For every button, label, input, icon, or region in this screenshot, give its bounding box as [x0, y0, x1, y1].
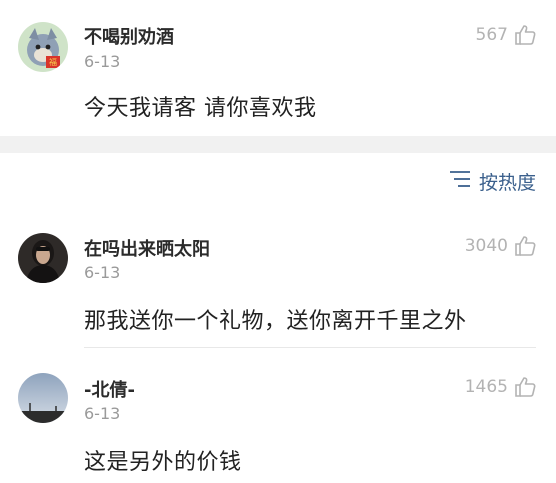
comment-date: 6-13 — [84, 52, 121, 71]
comment-text: 这是另外的价钱 — [84, 450, 242, 475]
like-count: 1465 — [464, 377, 508, 397]
sort-button[interactable]: 按热度 — [449, 168, 536, 195]
comment-date: 6-13 — [84, 263, 121, 282]
svg-text:福: 福 — [49, 58, 57, 67]
comment-date: 6-13 — [84, 404, 121, 423]
username[interactable]: -北倩- — [84, 376, 135, 402]
thumbs-up-icon — [514, 376, 536, 398]
username[interactable]: 在吗出来晒太阳 — [84, 235, 210, 261]
like-button[interactable]: 567 — [476, 24, 536, 46]
sort-lines-icon — [449, 170, 471, 193]
section-divider — [0, 136, 556, 153]
like-button[interactable]: 1465 — [465, 376, 536, 398]
comment-text: 今天我请客 请你喜欢我 — [84, 96, 317, 121]
thumbs-up-icon — [514, 235, 536, 257]
like-count: 567 — [475, 25, 508, 45]
cartoon-cat-avatar[interactable]: 福 — [18, 22, 68, 72]
username[interactable]: 不喝别劝酒 — [84, 23, 174, 49]
sky-landscape-avatar[interactable] — [18, 373, 68, 423]
top-comment: 福 不喝别劝酒 6-13 今天我请客 请你喜欢我 567 — [0, 0, 556, 136]
like-button[interactable]: 3040 — [465, 235, 536, 257]
comment-separator — [84, 347, 536, 348]
sort-label: 按热度 — [478, 172, 536, 194]
person-photo-avatar[interactable] — [18, 233, 68, 283]
like-count: 3040 — [464, 236, 508, 256]
thumbs-up-icon — [514, 24, 536, 46]
comment-text: 那我送你一个礼物，送你离开千里之外 — [84, 309, 467, 334]
